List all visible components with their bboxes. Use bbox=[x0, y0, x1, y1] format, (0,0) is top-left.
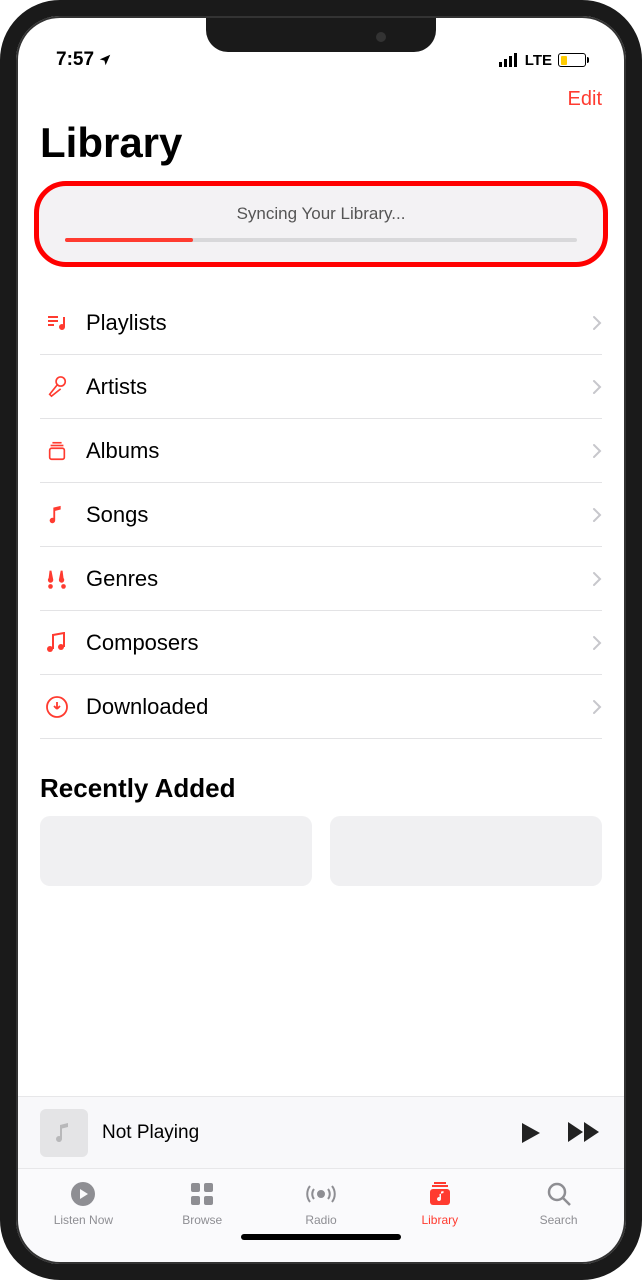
tab-listen-now[interactable]: Listen Now bbox=[24, 1179, 143, 1236]
tab-label: Listen Now bbox=[54, 1213, 113, 1227]
miniplayer-label: Not Playing bbox=[102, 1122, 520, 1144]
location-icon bbox=[98, 53, 112, 67]
tab-label: Browse bbox=[182, 1213, 222, 1227]
radio-waves-icon bbox=[306, 1179, 336, 1209]
network-label: LTE bbox=[525, 52, 552, 69]
tab-search[interactable]: Search bbox=[499, 1179, 618, 1236]
list-item-label: Playlists bbox=[74, 310, 592, 336]
guitars-icon bbox=[40, 568, 74, 590]
recently-added-placeholder[interactable] bbox=[40, 816, 312, 886]
play-circle-icon bbox=[69, 1179, 97, 1209]
recently-added-placeholder[interactable] bbox=[330, 816, 602, 886]
tab-radio[interactable]: Radio bbox=[262, 1179, 381, 1236]
list-item-playlists[interactable]: Playlists bbox=[40, 291, 602, 355]
library-section-list: Playlists Artists Albums bbox=[16, 291, 626, 739]
tab-label: Search bbox=[540, 1213, 578, 1227]
double-note-icon bbox=[40, 632, 74, 654]
mini-player[interactable]: Not Playing bbox=[16, 1096, 626, 1168]
music-note-icon bbox=[40, 504, 74, 526]
microphone-icon bbox=[40, 376, 74, 398]
album-stack-icon bbox=[40, 440, 74, 462]
sync-message: Syncing Your Library... bbox=[65, 204, 577, 224]
tab-label: Radio bbox=[305, 1213, 336, 1227]
miniplayer-artwork bbox=[40, 1109, 88, 1157]
list-item-composers[interactable]: Composers bbox=[40, 611, 602, 675]
list-item-label: Songs bbox=[74, 502, 592, 528]
next-track-button[interactable] bbox=[568, 1121, 602, 1145]
battery-icon bbox=[558, 53, 586, 67]
recently-added-row bbox=[16, 816, 626, 886]
tab-bar: Listen Now Browse Radio Library Search bbox=[16, 1168, 626, 1264]
list-item-label: Downloaded bbox=[74, 694, 592, 720]
grid-icon bbox=[189, 1179, 215, 1209]
list-item-albums[interactable]: Albums bbox=[40, 419, 602, 483]
list-item-artists[interactable]: Artists bbox=[40, 355, 602, 419]
list-item-label: Genres bbox=[74, 566, 592, 592]
chevron-right-icon bbox=[592, 699, 602, 715]
page-title: Library bbox=[16, 111, 626, 181]
search-icon bbox=[546, 1179, 572, 1209]
chevron-right-icon bbox=[592, 507, 602, 523]
chevron-right-icon bbox=[592, 379, 602, 395]
list-item-label: Albums bbox=[74, 438, 592, 464]
playlist-icon bbox=[40, 311, 74, 335]
sync-progress-fill bbox=[65, 238, 193, 242]
list-item-songs[interactable]: Songs bbox=[40, 483, 602, 547]
status-time: 7:57 bbox=[56, 49, 94, 71]
chevron-right-icon bbox=[592, 635, 602, 651]
tab-browse[interactable]: Browse bbox=[143, 1179, 262, 1236]
download-circle-icon bbox=[40, 695, 74, 719]
list-item-label: Artists bbox=[74, 374, 592, 400]
chevron-right-icon bbox=[592, 571, 602, 587]
chevron-right-icon bbox=[592, 443, 602, 459]
chevron-right-icon bbox=[592, 315, 602, 331]
tab-library[interactable]: Library bbox=[380, 1179, 499, 1236]
sync-progress bbox=[65, 238, 577, 242]
home-indicator[interactable] bbox=[241, 1234, 401, 1240]
recently-added-heading: Recently Added bbox=[16, 739, 626, 816]
tab-label: Library bbox=[421, 1213, 458, 1227]
sync-banner: Syncing Your Library... bbox=[34, 181, 608, 267]
cellular-icon bbox=[499, 53, 519, 67]
list-item-downloaded[interactable]: Downloaded bbox=[40, 675, 602, 739]
list-item-label: Composers bbox=[74, 630, 592, 656]
edit-button[interactable]: Edit bbox=[568, 88, 602, 111]
play-button[interactable] bbox=[520, 1121, 542, 1145]
list-item-genres[interactable]: Genres bbox=[40, 547, 602, 611]
library-icon bbox=[427, 1179, 453, 1209]
